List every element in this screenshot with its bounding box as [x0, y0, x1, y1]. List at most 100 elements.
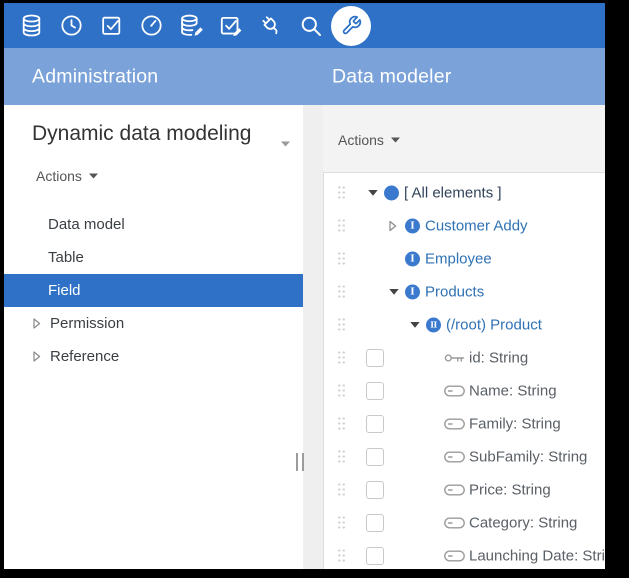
title-chevron-down-icon[interactable] [281, 134, 290, 152]
toolbar-search-button[interactable] [291, 3, 331, 48]
drag-handle-icon[interactable] [337, 185, 346, 201]
sidebar-item-label: Reference [50, 348, 119, 365]
tree-item-name-string[interactable]: Name: String [324, 374, 605, 407]
tree-item-price-string[interactable]: Price: String [324, 473, 605, 506]
drag-handle-icon[interactable] [337, 317, 346, 333]
tree-item-label: SubFamily: String [469, 448, 587, 465]
toolbar-plug-button[interactable] [251, 3, 291, 48]
database-edit-icon [178, 13, 204, 39]
panel-divider [303, 105, 323, 569]
sidebar-item-reference[interactable]: Reference [4, 340, 303, 373]
drag-handle-icon[interactable] [337, 350, 346, 366]
tree-item-label: Name: String [469, 382, 557, 399]
row-checkbox[interactable] [366, 415, 384, 433]
tree-item-employee[interactable]: IEmployee [324, 242, 605, 275]
tree-item-label: Category: String [469, 514, 577, 531]
toolbar-clock-button[interactable] [51, 3, 91, 48]
sidebar-item-data-model[interactable]: Data model [4, 208, 303, 241]
row-checkbox[interactable] [366, 448, 384, 466]
left-menu: Data model Table Field Permission Reference [4, 208, 303, 373]
panel-resize-handle[interactable] [296, 453, 304, 471]
field-icon [444, 550, 465, 562]
administration-panel: Dynamic data modeling Actions Data model… [4, 105, 303, 569]
tree-item-category-string[interactable]: Category: String [324, 506, 605, 539]
right-actions-menu[interactable]: Actions [338, 132, 400, 148]
row-checkbox[interactable] [366, 349, 384, 367]
toolbar-check-square-button[interactable] [91, 3, 131, 48]
tree-item-id-string[interactable]: id: String [324, 341, 605, 374]
toolbar-wrench-button[interactable] [331, 6, 371, 46]
toolbar-database-edit-button[interactable] [171, 3, 211, 48]
data-model-tree: [ All elements ]ICustomer AddyIEmployeeI… [323, 172, 605, 569]
tree-item-launching-date-string[interactable]: Launching Date: String [324, 539, 605, 569]
entity-badge-icon: I [405, 218, 420, 233]
sidebar-item-label: Permission [50, 315, 124, 332]
tree-item-root-product[interactable]: II (/root) Product [324, 308, 605, 341]
sidebar-item-permission[interactable]: Permission [4, 307, 303, 340]
tree-item-products[interactable]: IProducts [324, 275, 605, 308]
search-icon [299, 14, 323, 38]
tree-item-label: Price: String [469, 481, 551, 498]
database-icon [19, 13, 44, 38]
drag-handle-icon[interactable] [337, 218, 346, 234]
tree-item-all-elements[interactable]: [ All elements ] [324, 176, 605, 209]
row-checkbox[interactable] [366, 514, 384, 532]
tree-item-family-string[interactable]: Family: String [324, 407, 605, 440]
panels-body: Dynamic data modeling Actions Data model… [4, 105, 605, 569]
data-modeler-panel: Actions [ All elements ] I Customer Addy IE… [323, 105, 605, 569]
drag-handle-icon[interactable] [337, 515, 346, 531]
app-window: Administration Data modeler Dynamic data… [4, 3, 605, 569]
row-checkbox[interactable] [366, 481, 384, 499]
drag-handle-icon[interactable] [337, 251, 346, 267]
drag-handle-icon[interactable] [337, 416, 346, 432]
sidebar-item-table[interactable]: Table [4, 241, 303, 274]
screenshot-frame: { "toolbar": { "items": [ {"icon": "data… [0, 0, 629, 578]
drag-handle-icon[interactable] [337, 383, 346, 399]
tree-item-label: Customer Addy [425, 217, 528, 234]
tree-item-label: Family: String [469, 415, 561, 432]
caret-right-icon[interactable] [389, 220, 397, 231]
data-modeler-panel-title: Data modeler [332, 65, 451, 88]
tree-item-customer-addy[interactable]: I Customer Addy [324, 209, 605, 242]
field-icon [444, 484, 465, 496]
drag-handle-icon[interactable] [337, 548, 346, 564]
key-icon [444, 351, 465, 364]
drag-handle-icon[interactable] [337, 284, 346, 300]
tree-item-label: Products [425, 283, 484, 300]
toolbar-form-edit-button[interactable] [211, 3, 251, 48]
panel-headers: Administration Data modeler [4, 48, 605, 105]
clock-icon [59, 13, 84, 38]
tree-item-subfamily-string[interactable]: SubFamily: String [324, 440, 605, 473]
row-checkbox[interactable] [366, 382, 384, 400]
toolbar-database-button[interactable] [11, 3, 51, 48]
chevron-down-icon [89, 173, 98, 179]
field-icon [444, 451, 465, 463]
tree-item-label: [ All elements ] [404, 184, 502, 201]
tree-item-label: (/root) Product [446, 316, 542, 333]
field-icon [444, 418, 465, 430]
drag-handle-icon[interactable] [337, 482, 346, 498]
sidebar-item-label: Table [48, 249, 84, 266]
left-actions-label: Actions [36, 168, 82, 184]
toolbar-gauge-button[interactable] [131, 3, 171, 48]
top-toolbar [4, 3, 605, 48]
drag-handle-icon[interactable] [337, 449, 346, 465]
sidebar-item-field[interactable]: Field [4, 274, 303, 307]
field-icon [444, 517, 465, 529]
check-square-icon [99, 13, 124, 38]
row-checkbox[interactable] [366, 547, 384, 565]
administration-panel-title: Administration [32, 65, 158, 88]
caret-down-icon[interactable] [410, 321, 420, 328]
sidebar-item-label: Data model [48, 216, 125, 233]
all-elements-dot-icon [384, 185, 399, 200]
caret-right-icon[interactable] [33, 318, 41, 329]
caret-down-icon[interactable] [368, 189, 378, 196]
entity-badge-icon: II [426, 317, 441, 332]
caret-down-icon[interactable] [389, 288, 399, 295]
left-actions-menu[interactable]: Actions [36, 168, 98, 184]
caret-right-icon[interactable] [33, 351, 41, 362]
gauge-icon [139, 13, 164, 38]
tree-item-label: Employee [425, 250, 492, 267]
form-edit-icon [218, 13, 244, 39]
plug-icon [259, 13, 284, 38]
